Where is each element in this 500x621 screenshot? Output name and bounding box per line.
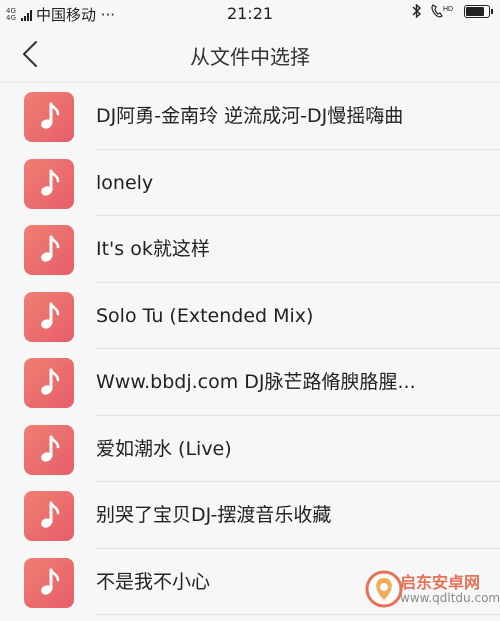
battery-fill <box>466 6 484 16</box>
file-thumbnail <box>24 358 74 408</box>
file-thumbnail <box>24 291 74 342</box>
hd-label: HD <box>443 6 453 13</box>
music-note-icon <box>41 302 60 329</box>
file-item[interactable]: DJ阿勇-金南玲 逆流成河-DJ慢摇嗨曲 <box>0 83 500 150</box>
music-note-icon <box>41 568 60 595</box>
watermark-logo <box>365 570 403 608</box>
file-name: 爱如潮水 (Live) <box>96 437 232 460</box>
music-note-icon <box>41 169 60 196</box>
file-thumbnail <box>24 557 74 608</box>
watermark: 启东安卓网 www.qdltdu.com <box>364 567 500 615</box>
watermark-url: www.qdltdu.com <box>400 591 500 605</box>
music-note-icon <box>41 435 60 462</box>
file-name: 别哭了宝贝DJ-摆渡音乐收藏 <box>96 504 332 526</box>
file-list: DJ阿勇-金南玲 逆流成河-DJ慢摇嗨曲 lonely It's ok就这样 Solo… <box>0 83 500 615</box>
music-note-icon <box>41 501 60 528</box>
file-item[interactable]: Www.bbdj.com DJ脉芒路脩腴胳腥... <box>0 349 500 416</box>
file-name: Solo Tu (Extended Mix) <box>96 304 314 327</box>
file-name: lonely <box>96 171 154 194</box>
music-note-icon <box>41 102 60 129</box>
music-note-icon <box>41 235 60 262</box>
header: 从文件中选择 <box>0 28 500 83</box>
file-thumbnail <box>24 92 74 142</box>
hd-call-icon: HD <box>431 4 453 18</box>
watermark-name: 启东安卓网 <box>400 573 481 592</box>
file-item[interactable]: 爱如潮水 (Live) <box>0 416 500 482</box>
file-name: DJ阿勇-金南玲 逆流成河-DJ慢摇嗨曲 <box>96 105 404 127</box>
battery-icon <box>464 4 493 18</box>
file-thumbnail <box>24 491 74 541</box>
file-thumbnail <box>24 225 74 275</box>
file-name: 不是我不小心 <box>96 570 211 593</box>
file-item[interactable]: lonely <box>0 150 500 216</box>
bluetooth-icon <box>412 3 422 19</box>
page-title: 从文件中选择 <box>190 45 310 69</box>
file-thumbnail <box>24 158 74 209</box>
file-item[interactable]: Solo Tu (Extended Mix) <box>0 283 500 349</box>
file-item[interactable]: It's ok就这样 <box>0 216 500 283</box>
file-thumbnail <box>24 424 74 475</box>
status-bar: 4G 4G 中国移动 ··· 21:21 HD <box>0 0 500 28</box>
music-note-icon <box>41 368 60 395</box>
status-right: HD <box>412 3 493 19</box>
file-item[interactable]: 别哭了宝贝DJ-摆渡音乐收藏 <box>0 482 500 549</box>
file-name: Www.bbdj.com DJ脉芒路脩腴胳腥... <box>96 371 416 393</box>
file-name: It's ok就这样 <box>96 238 210 260</box>
